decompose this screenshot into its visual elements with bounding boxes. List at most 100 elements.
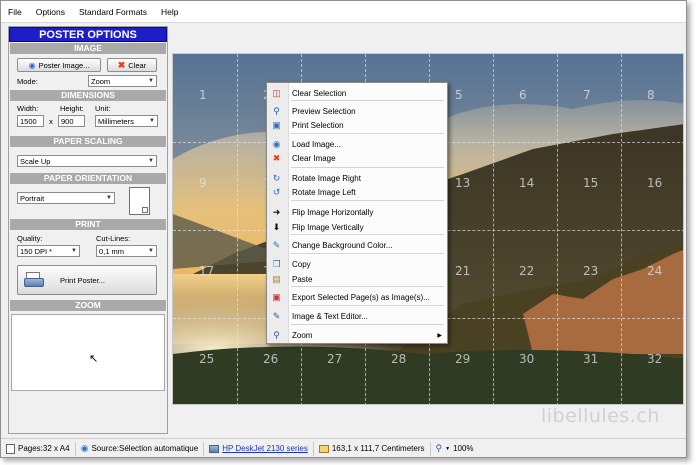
menu-separator xyxy=(291,253,444,254)
printer-small-icon xyxy=(209,444,220,453)
zoom-small-icon: ⚲ xyxy=(435,443,443,453)
menu-options[interactable]: Options xyxy=(29,7,72,17)
flip-horizontal-icon: ➜ xyxy=(272,207,281,217)
preview-icon: ⚲ xyxy=(273,106,280,116)
orientation-select[interactable]: Portrait ▼ xyxy=(17,192,115,204)
page-tile-number[interactable]: 23 xyxy=(583,264,598,278)
submenu-arrow-icon: ▶ xyxy=(437,333,442,339)
clear-button[interactable]: ✖ Clear xyxy=(107,58,157,72)
status-printer-link[interactable]: HP DeskJet 2130 series xyxy=(222,444,308,453)
page-tile-number[interactable]: 21 xyxy=(455,264,470,278)
page-tile-number[interactable]: 8 xyxy=(647,88,655,102)
poster-image-button[interactable]: ◉ Poster Image... xyxy=(17,58,101,72)
context-menu-item[interactable]: ⚲ Preview Selection xyxy=(267,104,447,119)
page-tile-number[interactable]: 15 xyxy=(583,176,598,190)
context-menu-item[interactable]: ❐ Copy xyxy=(267,257,447,272)
source-icon: ◉ xyxy=(80,443,89,453)
page-tile-number[interactable]: 7 xyxy=(583,88,591,102)
page-tile-number[interactable]: 26 xyxy=(263,352,278,366)
width-input[interactable]: 1500 xyxy=(17,115,44,127)
print-poster-button[interactable]: Print Poster... xyxy=(17,265,157,295)
rotate-left-icon: ↺ xyxy=(272,187,281,197)
flip-vertical-icon: ⬇ xyxy=(272,222,281,232)
context-menu-item[interactable]: ⚲ Zoom ▶ xyxy=(267,328,447,343)
page-tile-number[interactable]: 17 xyxy=(199,264,214,278)
print-icon: ▣ xyxy=(272,120,281,130)
section-image: IMAGE xyxy=(10,43,166,54)
status-source: ◉ Source:Sélection automatique xyxy=(76,441,205,456)
status-size-text: 163,1 x 111,7 Centimeters xyxy=(331,444,425,453)
zoom-preview[interactable]: ↖ xyxy=(11,314,165,391)
cutlines-select[interactable]: 0,1 mm ▼ xyxy=(96,245,157,257)
watermark: libellules.ch xyxy=(541,405,660,427)
context-menu-item[interactable]: ➜ Flip Image Horizontally xyxy=(267,205,447,220)
page-tile-number[interactable]: 1 xyxy=(199,88,207,102)
cutlines-value: 0,1 mm xyxy=(99,246,125,256)
context-menu-item[interactable]: ▣ Export Selected Page(s) as Image(s)... xyxy=(267,290,447,305)
menu-separator xyxy=(291,133,444,134)
mode-label: Mode: xyxy=(17,76,38,86)
page-tile-number[interactable]: 9 xyxy=(199,176,207,190)
page-tile-number[interactable]: 32 xyxy=(647,352,662,366)
context-menu-item-label: Rotate Image Right xyxy=(292,174,361,183)
context-menu-item-label: Clear Image xyxy=(292,154,336,163)
print-poster-label: Print Poster... xyxy=(60,275,106,285)
context-menu-item-label: Print Selection xyxy=(292,121,344,130)
page-tile-number[interactable]: 27 xyxy=(327,352,342,366)
copy-icon: ❐ xyxy=(272,259,281,269)
page-tile-number[interactable]: 30 xyxy=(519,352,534,366)
page-tile-number[interactable]: 14 xyxy=(519,176,534,190)
context-menu-item-label: Load Image... xyxy=(292,140,341,149)
scaling-select[interactable]: Scale Up ▼ xyxy=(17,155,157,167)
chevron-down-icon: ▼ xyxy=(148,158,154,164)
page-tile-number[interactable]: 29 xyxy=(455,352,470,366)
page-tile-number[interactable]: 13 xyxy=(455,176,470,190)
context-menu-item[interactable]: ↺ Rotate Image Left xyxy=(267,185,447,200)
mode-select[interactable]: Zoom ▼ xyxy=(88,75,157,87)
menu-help[interactable]: Help xyxy=(154,7,185,17)
context-menu-item-label: Flip Image Horizontally xyxy=(292,208,374,217)
page-tile-number[interactable]: 31 xyxy=(583,352,598,366)
unit-label: Unit: xyxy=(95,104,111,113)
menu-separator xyxy=(291,324,444,325)
menu-separator xyxy=(291,200,444,201)
context-menu-item-label: Paste xyxy=(292,275,313,284)
context-menu-item[interactable]: ◫ Clear Selection xyxy=(267,86,447,101)
section-print: PRINT xyxy=(10,219,166,230)
mouse-cursor-icon: ↖ xyxy=(89,353,99,365)
context-menu-item[interactable]: ✖ Clear Image xyxy=(267,151,447,166)
ruler-icon xyxy=(318,444,329,453)
context-menu-item-label: Image & Text Editor... xyxy=(292,312,368,321)
page-tile-number[interactable]: 6 xyxy=(519,88,527,102)
section-zoom: ZOOM xyxy=(10,300,166,311)
context-menu-item[interactable]: ◉ Load Image... xyxy=(267,137,447,152)
context-menu-item[interactable]: ▤ Paste xyxy=(267,272,447,287)
page-tile-number[interactable]: 24 xyxy=(647,264,662,278)
page-tile-number[interactable]: 28 xyxy=(391,352,406,366)
export-icon: ▣ xyxy=(272,292,281,302)
poster-options-panel: POSTER OPTIONS IMAGE ◉ Poster Image... ✖… xyxy=(8,26,168,434)
page-tile-number[interactable]: 5 xyxy=(455,88,463,102)
width-label: Width: xyxy=(17,104,39,113)
page-tile-number[interactable]: 25 xyxy=(199,352,214,366)
quality-value: 150 DPI * xyxy=(20,246,53,256)
status-size: 163,1 x 111,7 Centimeters xyxy=(314,441,431,456)
context-menu-item-label: Preview Selection xyxy=(292,107,356,116)
dimension-times: x xyxy=(49,116,53,126)
menu-standard-formats[interactable]: Standard Formats xyxy=(72,7,154,17)
status-printer[interactable]: HP DeskJet 2130 series xyxy=(204,441,314,456)
menu-file[interactable]: File xyxy=(1,7,29,17)
context-menu-item[interactable]: ✎ Change Background Color... xyxy=(267,238,447,253)
context-menu-item[interactable]: ▣ Print Selection xyxy=(267,118,447,133)
page-tile-number[interactable]: 22 xyxy=(519,264,534,278)
unit-select[interactable]: Millimeters ▼ xyxy=(95,115,158,127)
height-input[interactable]: 900 xyxy=(58,115,85,127)
quality-select[interactable]: 150 DPI * ▼ xyxy=(17,245,80,257)
context-menu-item[interactable]: ✎ Image & Text Editor... xyxy=(267,309,447,324)
context-menu-item[interactable]: ⬇ Flip Image Vertically xyxy=(267,220,447,235)
status-zoom[interactable]: ⚲ ▼ 100% xyxy=(431,442,479,456)
context-menu-item-label: Export Selected Page(s) as Image(s)... xyxy=(292,293,430,302)
context-menu-item[interactable]: ↻ Rotate Image Right xyxy=(267,171,447,186)
chevron-down-icon: ▼ xyxy=(106,195,112,201)
page-tile-number[interactable]: 16 xyxy=(647,176,662,190)
